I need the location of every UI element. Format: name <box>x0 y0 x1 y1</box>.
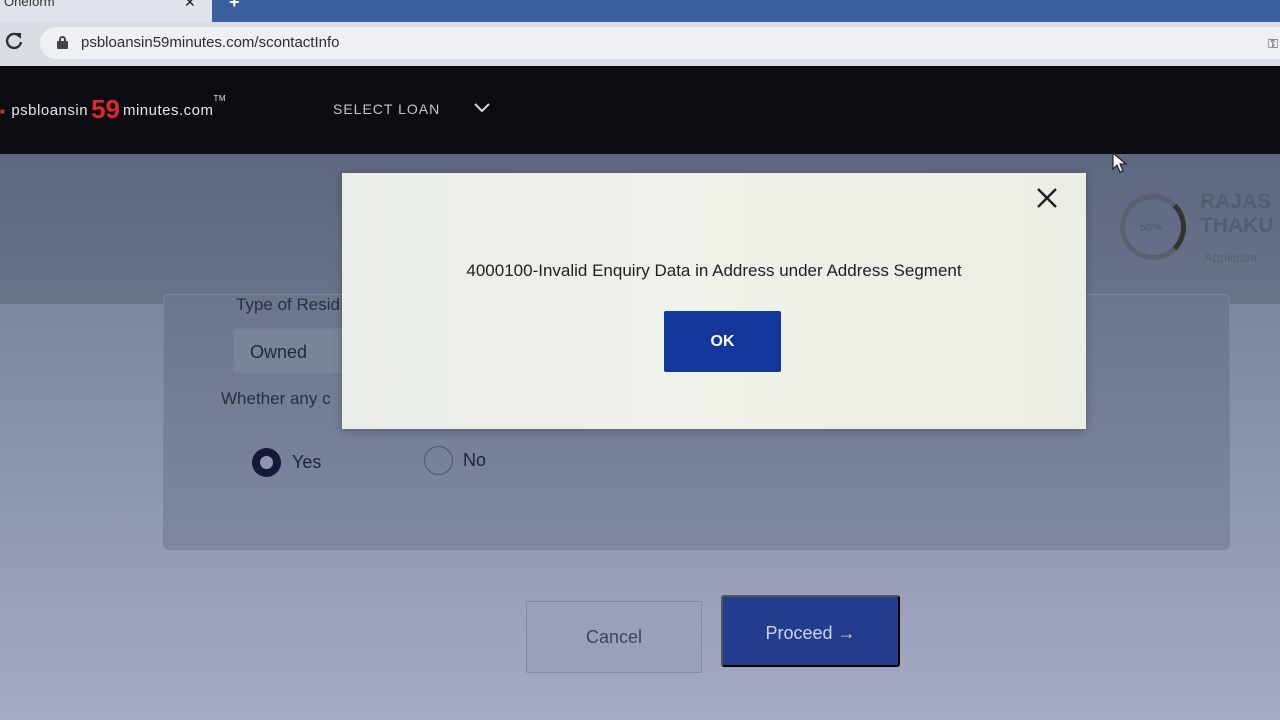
logo-number: 59 <box>91 94 120 124</box>
error-dialog: 4000100-Invalid Enquiry Data in Address … <box>342 173 1086 429</box>
ok-button[interactable]: OK <box>664 311 781 372</box>
logo-suffix: minutes.com <box>122 102 214 119</box>
browser-tab[interactable]: Oneform ✕ <box>0 0 212 22</box>
radio-yes-label[interactable]: Yes <box>292 452 321 473</box>
chevron-down-icon[interactable] <box>474 103 490 113</box>
browser-tab-strip: Oneform ✕ + <box>0 0 1280 22</box>
browser-toolbar: psbloansin59minutes.com/scontactInfo ⚿ <box>0 22 1280 66</box>
select-loan-menu[interactable]: SELECT LOAN <box>333 101 440 117</box>
lock-icon[interactable] <box>57 36 68 49</box>
tab-close-icon[interactable]: ✕ <box>184 0 196 11</box>
logo-mark-icon: ■ <box>0 106 6 116</box>
address-bar[interactable]: psbloansin59minutes.com/scontactInfo ⚿ <box>40 27 1280 59</box>
close-icon[interactable] <box>1034 185 1060 211</box>
key-icon[interactable]: ⚿ <box>1268 36 1278 52</box>
progress-value: 50% <box>1140 222 1163 234</box>
radio-no[interactable] <box>424 446 453 475</box>
user-name-line2: THAKU <box>1200 214 1274 237</box>
user-name: RAJAS THAKU <box>1200 190 1274 238</box>
site-logo[interactable]: ■ psbloansin 59 minutes.comTM <box>0 94 226 124</box>
reload-icon[interactable] <box>4 30 24 54</box>
tab-title: Oneform <box>4 0 55 9</box>
cancel-button[interactable]: Cancel <box>526 601 702 673</box>
new-tab-icon[interactable]: + <box>229 0 240 13</box>
residence-type-label: Type of Resid <box>236 295 340 314</box>
user-role: Applicant <box>1204 250 1258 265</box>
site-header: ■ psbloansin 59 minutes.comTM SELECT LOAN <box>0 66 1280 154</box>
residence-type-value: Owned <box>250 342 308 362</box>
radio-no-label[interactable]: No <box>463 450 486 471</box>
logo-trademark: TM <box>213 94 227 103</box>
question-label: Whether any c <box>221 389 331 408</box>
user-name-line1: RAJAS <box>1200 190 1272 213</box>
logo-prefix: psbloansin <box>11 102 89 119</box>
cursor-icon <box>1112 152 1128 173</box>
proceed-button[interactable]: Proceed → <box>721 595 900 667</box>
url-text[interactable]: psbloansin59minutes.com/scontactInfo <box>81 34 339 51</box>
radio-yes[interactable] <box>252 448 281 477</box>
error-message: 4000100-Invalid Enquiry Data in Address … <box>466 261 962 280</box>
